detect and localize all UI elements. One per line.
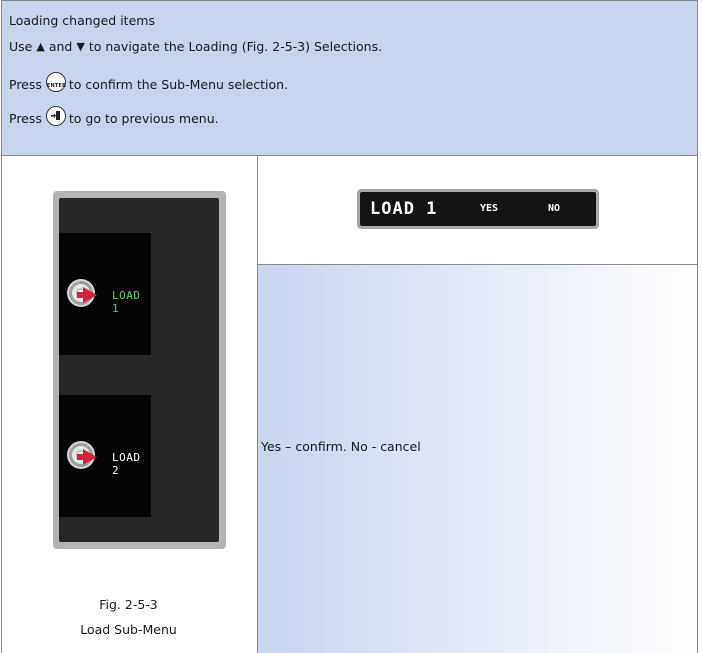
lcd-yes-option: YES — [480, 203, 499, 214]
lcd-main-text: LOAD 1 — [370, 199, 438, 219]
down-arrow-icon: ▼ — [76, 40, 85, 53]
page: Loading changed items Use ▲ and ▼ to nav… — [0, 0, 702, 653]
lcd-screen: LOAD 1 YES NO — [360, 192, 596, 226]
up-arrow-icon: ▲ — [36, 40, 45, 53]
figure-number: Fig. 2-5-3 — [99, 597, 158, 612]
back-instruction: Press to go to previous menu. — [9, 106, 219, 129]
press-label: Press — [9, 77, 42, 92]
enter-button-label: ENTER — [46, 83, 67, 89]
enter-button-icon: ENTER — [45, 72, 67, 92]
back-text: to go to previous menu. — [68, 111, 219, 126]
nav-instruction: Use ▲ and ▼ to navigate the Loading (Fig… — [9, 39, 382, 55]
description-text: Yes – confirm. No - cancel — [261, 439, 421, 454]
lcd-no-option: NO — [548, 203, 561, 214]
arrow-icon — [83, 287, 97, 303]
header-title: Loading changed items — [9, 13, 155, 28]
device-screen: LOAD 1 LOAD 2 — [59, 198, 219, 542]
lcd-display: LOAD 1 YES NO — [357, 189, 599, 229]
instructions-header: Loading changed items Use ▲ and ▼ to nav… — [1, 0, 698, 156]
confirm-text: to confirm the Sub-Menu selection. — [68, 77, 289, 92]
exit-glyph-icon — [50, 111, 60, 120]
press-label: Press — [9, 111, 42, 126]
figure-title: Load Sub-Menu — [80, 622, 177, 637]
nav-and: and — [48, 39, 73, 54]
exit-button-icon — [45, 106, 66, 126]
load-submenu-figure: LOAD 1 LOAD 2 — [53, 191, 226, 549]
load-item-2: LOAD 2 — [59, 395, 151, 517]
description-panel: Yes – confirm. No - cancel — [258, 265, 697, 653]
load-2-label: LOAD 2 — [112, 451, 141, 477]
arrow-icon — [83, 449, 97, 465]
nav-suffix: to navigate the Loading (Fig. 2-5-3) Sel… — [88, 39, 383, 54]
nav-prefix: Use — [9, 39, 33, 54]
load-1-label: LOAD 1 — [112, 289, 141, 315]
load-item-1: LOAD 1 — [59, 233, 151, 355]
confirm-instruction: Press ENTER to confirm the Sub-Menu sele… — [9, 72, 289, 95]
